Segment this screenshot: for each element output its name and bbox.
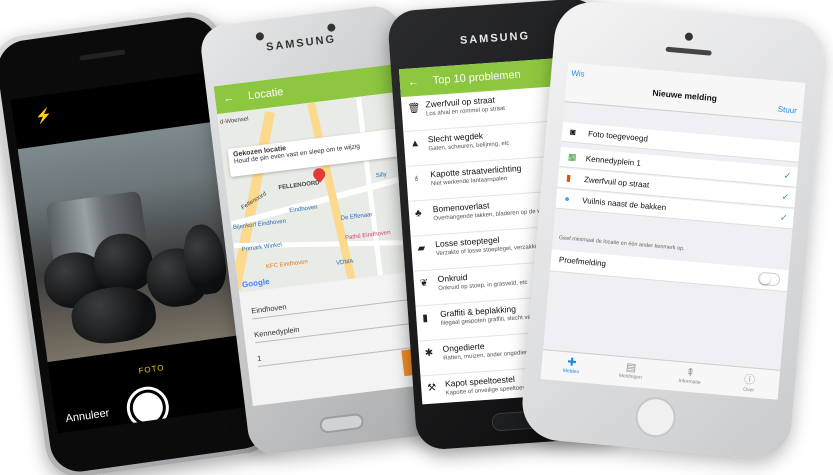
- iphone-report-device: Wis Nieuwe melding Stuur ◙ Foto toegevoe…: [519, 0, 827, 461]
- front-camera: [326, 23, 336, 33]
- check-icon: ✓: [781, 191, 790, 202]
- map-icon: ▦: [567, 151, 577, 163]
- tab-meldingen[interactable]: ▤ Meldingen: [600, 355, 662, 389]
- report-screen: Wis Nieuwe melding Stuur ◙ Foto toegevoe…: [540, 62, 806, 400]
- map-label: d-Woensel: [219, 116, 249, 126]
- map-label: FELLENOORD: [278, 180, 320, 192]
- playground-icon: ⚒: [426, 382, 437, 395]
- cell-label: Proefmelding: [558, 255, 607, 269]
- check-icon: ✓: [783, 170, 792, 182]
- send-button[interactable]: Stuur: [777, 105, 797, 116]
- map-label: Silly: [375, 171, 388, 180]
- front-camera: [684, 32, 694, 41]
- map-label: KFC Eindhoven: [265, 259, 309, 271]
- test-report-cell: Proefmelding: [549, 249, 789, 293]
- tab-bar: ✚ Melden ▤ Meldingen ⇞ Informatie ⓘ Over: [540, 349, 781, 400]
- tab-informatie[interactable]: ⇞ Informatie: [659, 361, 721, 395]
- clear-button[interactable]: Wis: [571, 69, 585, 79]
- flash-icon[interactable]: ⚡: [34, 106, 54, 125]
- map-view[interactable]: d-Woensel Gekozen locatie Houd de pin ev…: [217, 91, 422, 293]
- test-report-toggle[interactable]: [757, 271, 781, 287]
- screen-title: Top 10 problemen: [432, 68, 522, 87]
- back-arrow-icon[interactable]: ←: [223, 92, 235, 105]
- back-arrow-icon[interactable]: ←: [407, 76, 419, 89]
- road-icon: ▲: [409, 137, 421, 150]
- tab-over[interactable]: ⓘ Over: [718, 366, 780, 400]
- home-button[interactable]: [633, 395, 678, 439]
- showcase-stage: ⚡ FOTO Annuleer SAMSUNG ← Locatie d-Woen…: [0, 0, 833, 475]
- bug-icon: ✱: [424, 347, 434, 360]
- brand-logo: SAMSUNG: [265, 33, 337, 54]
- cell-label: Kennedyplein 1: [585, 154, 642, 168]
- tree-icon: ♣: [414, 208, 423, 220]
- speech-icon: ●: [563, 193, 571, 204]
- cell-label: Foto toegevoegd: [587, 129, 649, 144]
- earpiece: [665, 46, 712, 56]
- check-icon: ✓: [779, 212, 788, 223]
- nav-bar: Wis Nieuwe melding Stuur: [564, 62, 806, 123]
- screen-title: Locatie: [247, 85, 285, 103]
- sensor-dot: [255, 31, 265, 41]
- tile-icon: ▰: [417, 242, 426, 255]
- tab-melden[interactable]: ✚ Melden: [541, 350, 603, 384]
- cell-label: Zwerfvuil op straat: [583, 175, 650, 190]
- cell-label: Vuilnis naast de bakken: [581, 195, 667, 213]
- trash-icon: ▮: [565, 172, 572, 183]
- screen-title: Nieuwe melding: [652, 87, 718, 104]
- google-logo: Google: [241, 277, 270, 290]
- home-button[interactable]: [318, 412, 365, 434]
- lamp-icon: ♁: [412, 173, 421, 185]
- weed-icon: ❦: [419, 277, 429, 290]
- map-label: De Effenaar: [340, 212, 373, 222]
- hint-text: Geef minimaal de locatie en één ander ke…: [558, 235, 685, 253]
- trash-icon: 🗑: [407, 102, 421, 115]
- spray-icon: ▮: [422, 312, 429, 325]
- cancel-button[interactable]: Annuleer: [65, 407, 110, 425]
- camera-icon: ◙: [569, 126, 577, 138]
